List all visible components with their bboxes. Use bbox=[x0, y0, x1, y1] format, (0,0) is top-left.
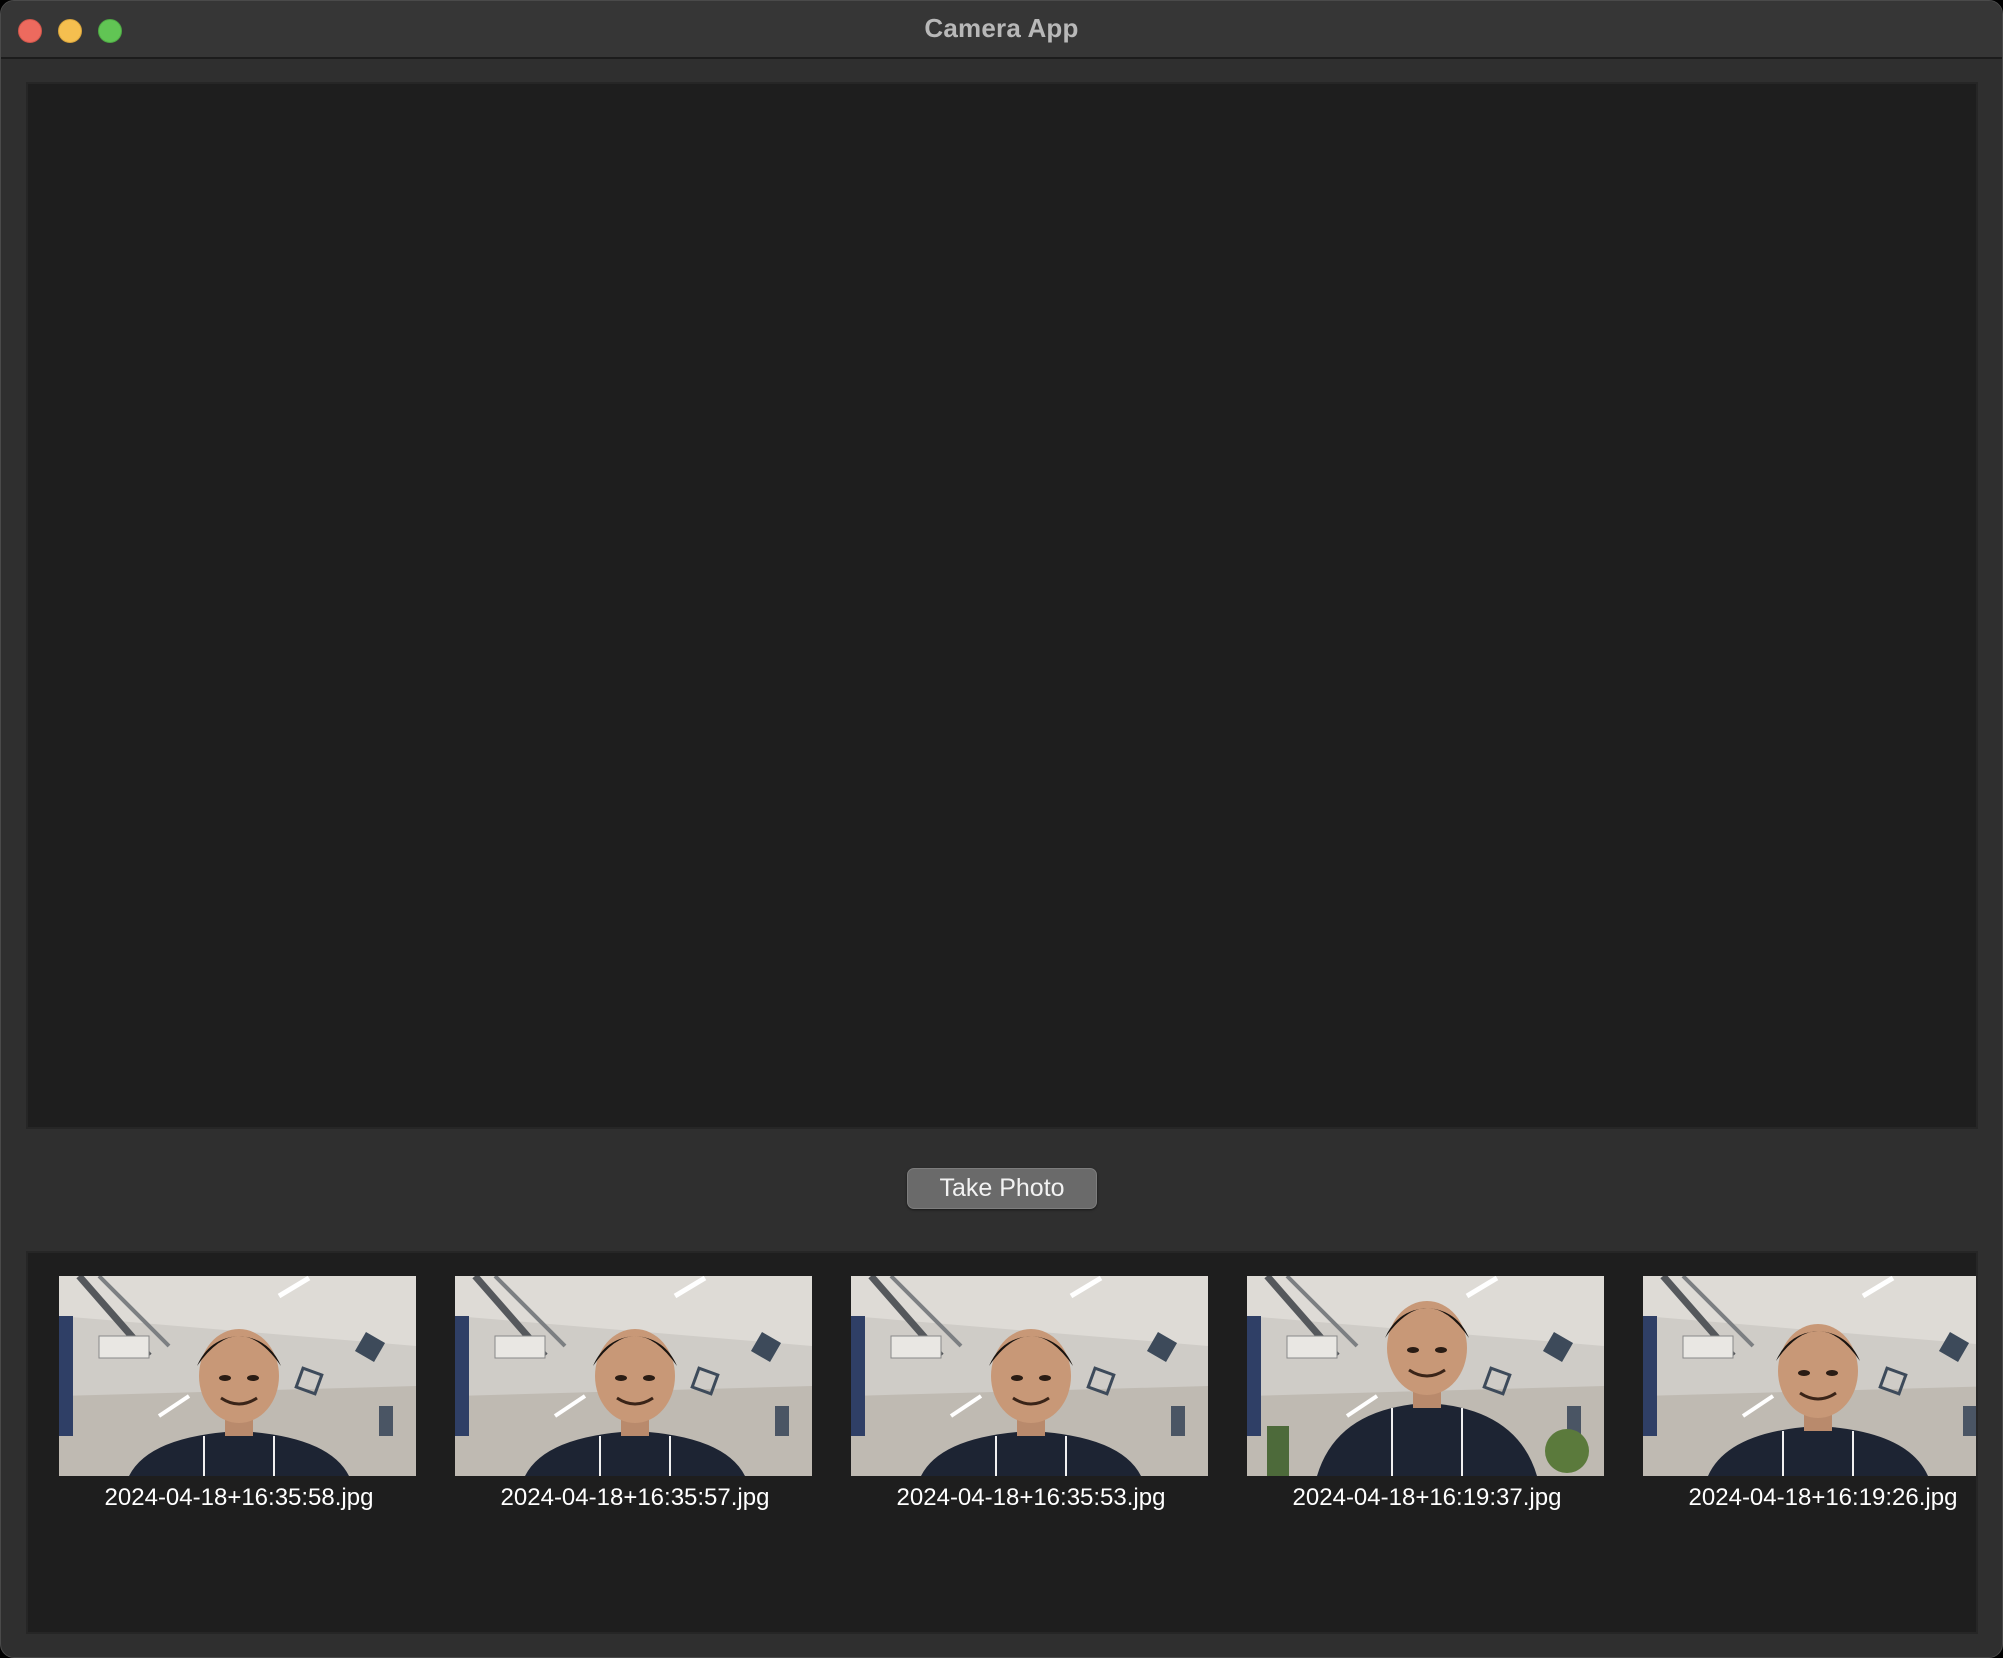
take-photo-button[interactable]: Take Photo bbox=[907, 1168, 1097, 1209]
photo-thumbnail[interactable] bbox=[851, 1276, 1208, 1476]
camera-preview bbox=[26, 82, 1978, 1129]
photo-thumbnail[interactable] bbox=[455, 1276, 812, 1476]
camera-app-window: Camera App Take Photo 2024-04-18+16:35:5… bbox=[0, 0, 2003, 1658]
photo-thumbnail[interactable] bbox=[1643, 1276, 1976, 1476]
photo-filename: 2024-04-18+16:35:58.jpg bbox=[104, 1484, 374, 1511]
gallery-item[interactable]: 2024-04-18+16:19:37.jpg bbox=[1247, 1276, 1607, 1512]
photo-thumbnail[interactable] bbox=[59, 1276, 416, 1476]
photo-image bbox=[851, 1276, 1208, 1476]
photo-gallery[interactable]: 2024-04-18+16:35:58.jpg 2024-04-18+16:35… bbox=[26, 1251, 1978, 1634]
photo-filename: 2024-04-18+16:35:57.jpg bbox=[500, 1484, 770, 1511]
gallery-item[interactable]: 2024-04-18+16:35:57.jpg bbox=[455, 1276, 815, 1512]
photo-filename: 2024-04-18+16:19:37.jpg bbox=[1292, 1484, 1562, 1511]
photo-image bbox=[59, 1276, 416, 1476]
gallery-item[interactable]: 2024-04-18+16:19:26.jpg bbox=[1643, 1276, 1976, 1512]
photo-filename: 2024-04-18+16:35:53.jpg bbox=[896, 1484, 1166, 1511]
photo-thumbnail[interactable] bbox=[1247, 1276, 1604, 1476]
title-bar[interactable]: Camera App bbox=[1, 1, 2002, 59]
window-title: Camera App bbox=[924, 13, 1079, 43]
photo-image bbox=[1643, 1276, 1976, 1476]
photo-filename: 2024-04-18+16:19:26.jpg bbox=[1688, 1484, 1958, 1511]
gallery-item[interactable]: 2024-04-18+16:35:53.jpg bbox=[851, 1276, 1211, 1512]
photo-image bbox=[455, 1276, 812, 1476]
gallery-item[interactable]: 2024-04-18+16:35:58.jpg bbox=[59, 1276, 419, 1512]
photo-image bbox=[1247, 1276, 1604, 1476]
